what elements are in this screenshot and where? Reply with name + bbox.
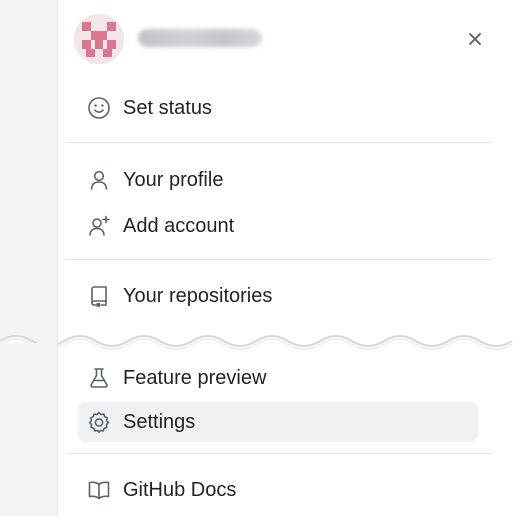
menu-label-github-docs: GitHub Docs	[123, 478, 237, 501]
person-add-icon	[86, 213, 112, 239]
menu-item-settings[interactable]: Settings	[78, 402, 478, 442]
close-icon	[469, 33, 481, 45]
divider	[66, 453, 492, 454]
person-icon	[86, 167, 112, 193]
smiley-icon	[86, 95, 112, 121]
book-icon	[86, 477, 112, 503]
menu-label-settings: Settings	[123, 410, 196, 433]
divider	[66, 142, 492, 143]
menu-label-your-profile: Your profile	[123, 168, 224, 191]
divider	[66, 259, 492, 260]
repo-icon	[86, 283, 112, 309]
close-button[interactable]	[460, 24, 490, 54]
menu-item-your-profile[interactable]: Your profile	[78, 160, 478, 200]
menu-item-add-account[interactable]: Add account	[78, 206, 478, 246]
gear-icon	[86, 409, 112, 435]
menu-item-set-status[interactable]: Set status	[78, 88, 478, 128]
menu-item-your-repositories[interactable]: Your repositories	[78, 276, 478, 316]
menu-item-github-docs[interactable]: GitHub Docs	[78, 470, 478, 510]
beaker-icon	[86, 365, 112, 391]
username-redacted	[138, 29, 262, 47]
menu-label-add-account: Add account	[123, 214, 235, 237]
left-sidebar-strip	[0, 0, 58, 516]
menu-label-feature-preview: Feature preview	[123, 366, 267, 389]
identicon	[74, 14, 124, 64]
menu-label-your-repositories: Your repositories	[123, 284, 273, 307]
menu-item-feature-preview[interactable]: Feature preview	[78, 358, 478, 398]
menu-label-set-status: Set status	[123, 96, 212, 119]
avatar[interactable]	[74, 14, 124, 64]
